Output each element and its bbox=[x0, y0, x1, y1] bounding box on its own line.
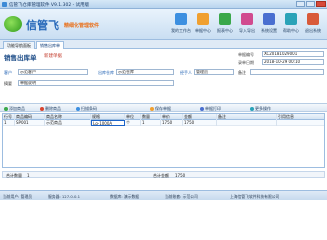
status-server: 服务器: 127.0.0.1 bbox=[48, 194, 80, 199]
nav-label: 退出系统 bbox=[305, 28, 321, 33]
settings-icon bbox=[263, 13, 275, 25]
grid-toolbar: 添加商品 删除商品 扫描条码 保存单据 单据打印 更多操作 bbox=[0, 103, 327, 112]
total-qty-value: 1 bbox=[27, 173, 30, 178]
table-cell[interactable]: 1750 bbox=[183, 120, 217, 126]
save-button[interactable]: 保存单据 bbox=[150, 105, 171, 112]
button-label: 保存单据 bbox=[155, 106, 171, 111]
note-field[interactable] bbox=[250, 69, 324, 75]
nav-label: 我的工作台 bbox=[171, 28, 191, 33]
button-label: 单据打印 bbox=[205, 106, 221, 111]
header-ribbon: 信管飞 精细化管理软件 我的工作台 单据中心 报表中心 导入导出 系统设置 帮助… bbox=[0, 9, 327, 40]
brand-slogan: 精细化管理软件 bbox=[64, 23, 100, 29]
table-cell[interactable]: 示范商品 bbox=[45, 120, 91, 126]
status-company: 当前账套: 示范公司 bbox=[165, 194, 198, 199]
summary-label: 摘要 bbox=[4, 81, 12, 86]
status-bar: 当前用户: 管理员 服务器: 127.0.0.1 数据库: 演示数据 当前账套:… bbox=[0, 190, 327, 200]
logo-mark-icon bbox=[4, 16, 22, 32]
spec-cell-editor[interactable]: Lg-1000A bbox=[91, 120, 125, 126]
help-icon bbox=[285, 13, 297, 25]
tab-function-panel[interactable]: 功能导航面板 bbox=[3, 41, 35, 49]
add-item-button[interactable]: 添加商品 bbox=[4, 105, 25, 112]
workbench-icon bbox=[175, 13, 187, 25]
nav-label: 导入导出 bbox=[239, 28, 255, 33]
add-icon bbox=[4, 107, 8, 111]
total-qty-label: 合计数量 bbox=[6, 173, 22, 178]
totals-bar: 合计数量 1 合计金额 1750 bbox=[2, 171, 325, 178]
status-user: 当前用户: 管理员 bbox=[3, 194, 33, 199]
button-label: 添加商品 bbox=[9, 106, 25, 111]
status-copyright: 上海信管飞软件科技有限公司 bbox=[230, 194, 280, 199]
nav-help[interactable]: 帮助中心 bbox=[280, 11, 302, 38]
total-amount-label: 合计金额 bbox=[153, 173, 169, 178]
reports-icon bbox=[219, 13, 231, 25]
print-button[interactable]: 单据打印 bbox=[200, 105, 221, 112]
tab-sales-outbound[interactable]: 销售出库单 bbox=[36, 41, 64, 49]
nav-label: 系统设置 bbox=[261, 28, 277, 33]
warehouse-field[interactable]: 示范仓库 bbox=[116, 69, 174, 75]
more-icon bbox=[250, 107, 254, 111]
handler-label: 经手人 bbox=[180, 70, 192, 75]
table-row[interactable]: 1 SP001 示范商品 Lg-1000A 个 1 1750 1750 bbox=[3, 120, 324, 126]
title-bar: 信管飞仓库管理软件 V9.1.302 - 试用版 bbox=[0, 0, 327, 9]
brand-logo: 信管飞 精细化管理软件 bbox=[4, 12, 124, 36]
doc-no-field[interactable]: XC20181029001 bbox=[262, 51, 324, 57]
button-label: 更多操作 bbox=[255, 106, 271, 111]
delete-icon bbox=[40, 107, 44, 111]
delete-item-button[interactable]: 删除商品 bbox=[40, 105, 61, 112]
nav-documents[interactable]: 单据中心 bbox=[192, 11, 214, 38]
status-database: 数据库: 演示数据 bbox=[110, 194, 140, 199]
total-amount-value: 1750 bbox=[175, 173, 186, 178]
date-field[interactable]: 2018-10-29 00:10 bbox=[262, 59, 324, 65]
items-table: 行号 商品编码 商品名称 规格 单位 数量 单价 金额 备注 引用信息 1 SP… bbox=[2, 113, 325, 168]
doc-no-label: 单据编号 bbox=[238, 52, 254, 57]
window-title: 信管飞仓库管理软件 V9.1.302 - 试用版 bbox=[9, 3, 90, 8]
minimize-button[interactable] bbox=[296, 1, 305, 7]
table-cell[interactable] bbox=[277, 120, 324, 126]
close-button[interactable] bbox=[316, 1, 326, 7]
maximize-button[interactable] bbox=[306, 1, 315, 7]
nav-import-export[interactable]: 导入导出 bbox=[236, 11, 258, 38]
nav-label: 帮助中心 bbox=[283, 28, 299, 33]
warehouse-label: 出库仓库 bbox=[98, 70, 114, 75]
table-cell[interactable]: 1 bbox=[141, 120, 161, 126]
summary-field[interactable]: 单据说明 bbox=[18, 80, 174, 86]
exit-icon bbox=[307, 13, 319, 25]
brand-name: 信管飞 bbox=[26, 19, 59, 32]
save-icon bbox=[150, 107, 154, 111]
nav-settings[interactable]: 系统设置 bbox=[258, 11, 280, 38]
table-cell[interactable]: 个 bbox=[125, 120, 141, 126]
scan-barcode-button[interactable]: 扫描条码 bbox=[76, 105, 97, 112]
print-icon bbox=[200, 107, 204, 111]
button-label: 删除商品 bbox=[45, 106, 61, 111]
tab-strip: 功能导航面板 销售出库单 bbox=[0, 40, 327, 49]
nav-label: 报表中心 bbox=[217, 28, 233, 33]
documents-icon bbox=[197, 13, 209, 25]
page-title: 销售出库单 bbox=[4, 54, 37, 62]
nav-label: 单据中心 bbox=[195, 28, 211, 33]
more-actions-button[interactable]: 更多操作 bbox=[250, 105, 271, 112]
table-cell[interactable]: SP001 bbox=[15, 120, 45, 126]
import-export-icon bbox=[241, 13, 253, 25]
button-label: 扫描条码 bbox=[81, 106, 97, 111]
nav-workbench[interactable]: 我的工作台 bbox=[170, 11, 192, 38]
date-label: 录单日期 bbox=[238, 60, 254, 65]
app-icon bbox=[2, 2, 7, 7]
handler-field[interactable]: 管理员 bbox=[194, 69, 234, 75]
table-cell[interactable]: 1750 bbox=[161, 120, 183, 126]
nav-exit[interactable]: 退出系统 bbox=[302, 11, 324, 38]
status-badge: 新建单据 bbox=[44, 54, 62, 59]
table-cell[interactable] bbox=[217, 120, 277, 126]
table-cell[interactable]: 1 bbox=[3, 120, 15, 126]
customer-field[interactable]: 示范客户 bbox=[18, 69, 88, 75]
barcode-icon bbox=[76, 107, 80, 111]
nav-reports[interactable]: 报表中心 bbox=[214, 11, 236, 38]
note-label: 备注 bbox=[238, 70, 246, 75]
customer-label: 客户 bbox=[4, 70, 12, 75]
